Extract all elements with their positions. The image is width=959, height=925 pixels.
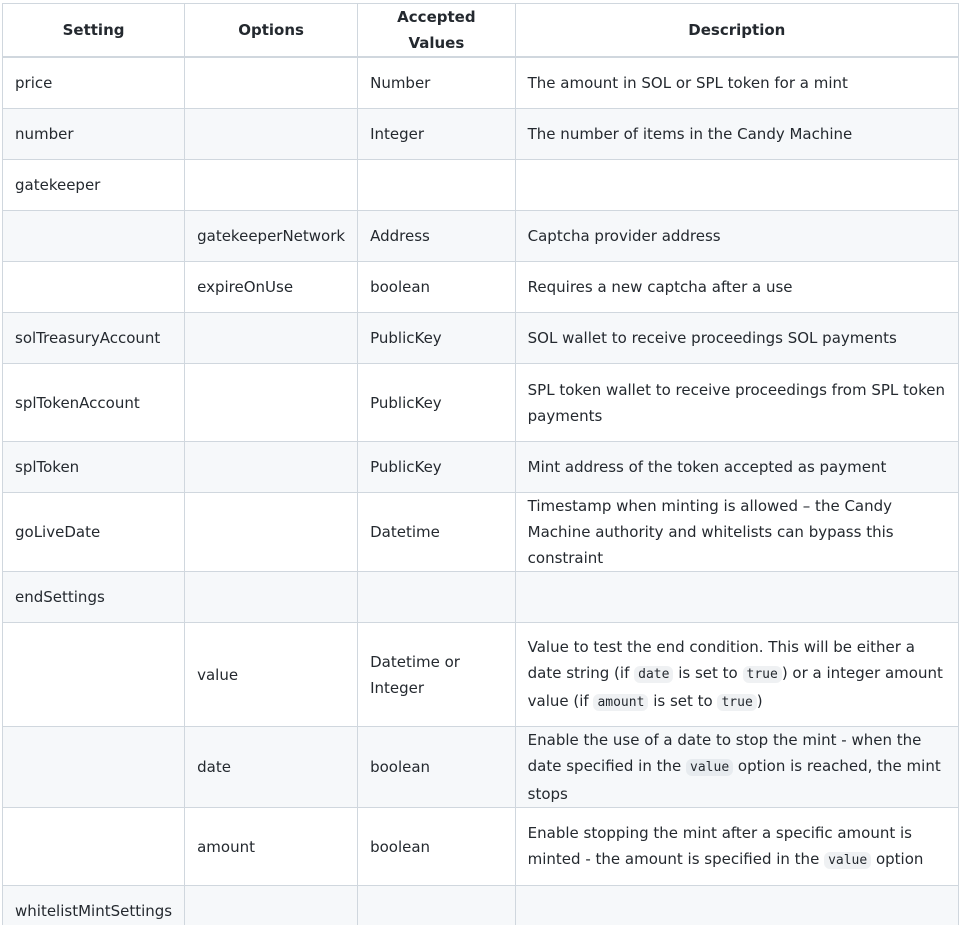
cell-setting: splTokenAccount <box>1 363 186 442</box>
cell-description: Enable the use of a date to stop the min… <box>514 726 959 808</box>
inline-code: true <box>742 665 782 683</box>
table-row: solTreasuryAccount PublicKey SOL wallet … <box>1 312 959 364</box>
cell-option: gatekeeperNetwork <box>184 210 359 262</box>
cell-description: SPL token wallet to receive proceedings … <box>514 363 959 442</box>
cell-description: Timestamp when minting is allowed – the … <box>514 492 959 572</box>
cell-accepted: Datetime <box>357 492 516 572</box>
cell-setting: gatekeeper <box>1 159 186 211</box>
table-row: expireOnUse boolean Requires a new captc… <box>1 261 959 313</box>
desc-text: ) <box>756 691 763 710</box>
table-header: Setting Options Accepted Values Descript… <box>1 3 959 58</box>
inline-code: value <box>824 851 872 869</box>
cell-accepted: Address <box>357 210 516 262</box>
cell-option <box>184 492 359 572</box>
inline-code: true <box>717 693 757 711</box>
cell-description: The amount in SOL or SPL token for a min… <box>514 56 959 109</box>
table-row: gatekeeper <box>1 159 959 211</box>
cell-accepted: boolean <box>357 807 516 886</box>
cell-accepted <box>357 885 516 925</box>
cell-setting: goLiveDate <box>1 492 186 572</box>
cell-setting: endSettings <box>1 571 186 623</box>
cell-description <box>514 571 959 623</box>
table-row: endSettings <box>1 571 959 623</box>
cell-option: amount <box>184 807 359 886</box>
table-row: whitelistMintSettings <box>1 885 959 925</box>
cell-description: The number of items in the Candy Machine <box>514 108 959 160</box>
table-row: amount boolean Enable stopping the mint … <box>1 807 959 886</box>
table-row: goLiveDate Datetime Timestamp when minti… <box>1 492 959 572</box>
cell-option <box>184 885 359 925</box>
cell-description: SOL wallet to receive proceedings SOL pa… <box>514 312 959 364</box>
cell-option <box>184 56 359 109</box>
desc-text: is set to <box>673 663 743 682</box>
cell-setting <box>1 726 186 808</box>
cell-description: Captcha provider address <box>514 210 959 262</box>
cell-accepted: PublicKey <box>357 363 516 442</box>
table-row: value Datetime or Integer Value to test … <box>1 622 959 727</box>
cell-accepted <box>357 571 516 623</box>
header-description: Description <box>514 3 959 58</box>
cell-setting <box>1 807 186 886</box>
cell-option: date <box>184 726 359 808</box>
cell-option <box>184 363 359 442</box>
cell-setting: number <box>1 108 186 160</box>
cell-option <box>184 312 359 364</box>
cell-setting: solTreasuryAccount <box>1 312 186 364</box>
cell-description <box>514 159 959 211</box>
cell-setting <box>1 261 186 313</box>
cell-option <box>184 159 359 211</box>
table-row: gatekeeperNetwork Address Captcha provid… <box>1 210 959 262</box>
cell-setting <box>1 622 186 727</box>
cell-option <box>184 571 359 623</box>
table-row: splTokenAccount PublicKey SPL token wall… <box>1 363 959 442</box>
cell-accepted: PublicKey <box>357 312 516 364</box>
cell-accepted: boolean <box>357 261 516 313</box>
cell-description: Mint address of the token accepted as pa… <box>514 441 959 493</box>
table-body: price Number The amount in SOL or SPL to… <box>1 56 959 925</box>
cell-option: expireOnUse <box>184 261 359 313</box>
settings-table: Setting Options Accepted Values Descript… <box>1 3 959 925</box>
desc-text: is set to <box>648 691 718 710</box>
cell-option <box>184 108 359 160</box>
cell-description: Enable stopping the mint after a specifi… <box>514 807 959 886</box>
header-options: Options <box>184 3 359 58</box>
inline-code: date <box>634 665 674 683</box>
cell-description <box>514 885 959 925</box>
cell-description: Requires a new captcha after a use <box>514 261 959 313</box>
cell-option: value <box>184 622 359 727</box>
table-row: number Integer The number of items in th… <box>1 108 959 160</box>
header-row: Setting Options Accepted Values Descript… <box>1 3 959 58</box>
cell-accepted: Integer <box>357 108 516 160</box>
table-row: date boolean Enable the use of a date to… <box>1 726 959 808</box>
cell-setting <box>1 210 186 262</box>
cell-accepted <box>357 159 516 211</box>
inline-code: value <box>686 759 734 776</box>
cell-accepted: Number <box>357 56 516 109</box>
table-row: splToken PublicKey Mint address of the t… <box>1 441 959 493</box>
cell-accepted: PublicKey <box>357 441 516 493</box>
cell-description: Value to test the end condition. This wi… <box>514 622 959 727</box>
inline-code: amount <box>593 693 649 711</box>
cell-accepted: Datetime or Integer <box>357 622 516 727</box>
settings-document: Setting Options Accepted Values Descript… <box>0 0 959 925</box>
table-row: price Number The amount in SOL or SPL to… <box>1 56 959 109</box>
header-setting: Setting <box>1 3 186 58</box>
cell-setting: whitelistMintSettings <box>1 885 186 925</box>
cell-setting: splToken <box>1 441 186 493</box>
desc-text: option <box>871 849 924 868</box>
cell-option <box>184 441 359 493</box>
header-accepted-values: Accepted Values <box>357 3 516 58</box>
cell-accepted: boolean <box>357 726 516 808</box>
cell-setting: price <box>1 56 186 109</box>
